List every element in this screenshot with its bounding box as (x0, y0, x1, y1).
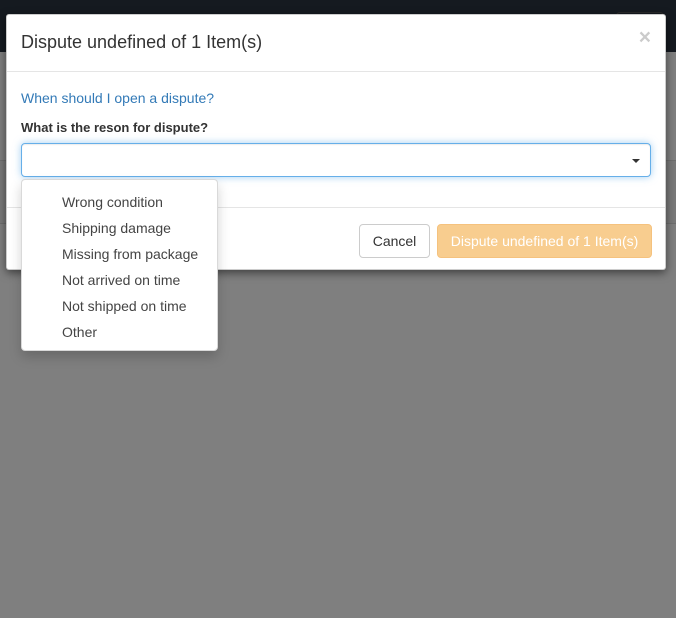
option-missing-from-package[interactable]: Missing from package (22, 241, 217, 267)
modal-header: Dispute undefined of 1 Item(s) × (7, 15, 665, 72)
chevron-down-icon (632, 159, 640, 163)
cancel-button[interactable]: Cancel (359, 224, 430, 258)
modal-title: Dispute undefined of 1 Item(s) (21, 32, 263, 52)
option-shipping-damage[interactable]: Shipping damage (22, 215, 217, 241)
dispute-submit-button[interactable]: Dispute undefined of 1 Item(s) (437, 224, 652, 258)
reason-dropdown-menu: Wrong condition Shipping damage Missing … (21, 179, 218, 351)
option-other[interactable]: Other (22, 319, 217, 345)
dispute-help-link[interactable]: When should I open a dispute? (21, 90, 214, 106)
reason-select[interactable] (21, 143, 651, 177)
option-not-shipped-on-time[interactable]: Not shipped on time (22, 293, 217, 319)
option-wrong-condition[interactable]: Wrong condition (22, 189, 217, 215)
reason-label: What is the reson for dispute? (21, 120, 209, 135)
option-not-arrived-on-time[interactable]: Not arrived on time (22, 267, 217, 293)
close-icon[interactable]: × (639, 27, 651, 48)
